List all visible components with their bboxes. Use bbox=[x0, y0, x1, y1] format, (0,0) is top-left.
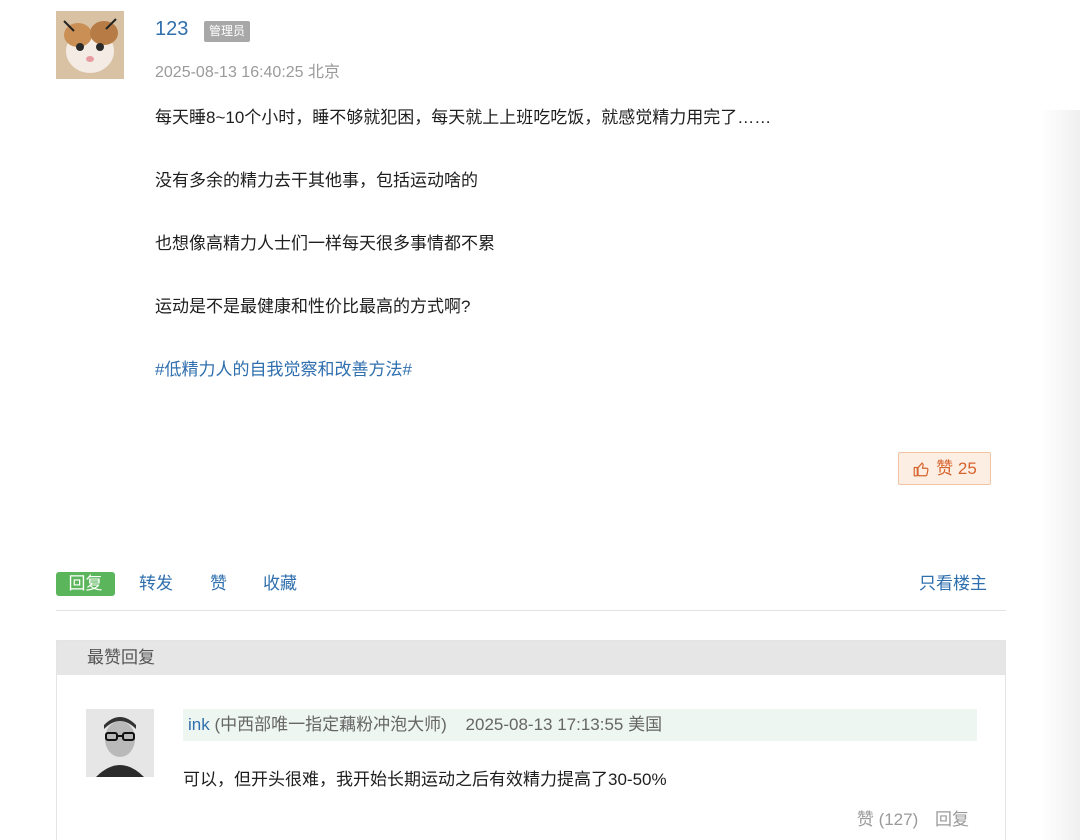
post-author-name[interactable]: 123 bbox=[155, 18, 188, 41]
favorite-button[interactable]: 收藏 bbox=[263, 572, 297, 596]
reply-timestamp-location: 2025-08-13 17:13:55 美国 bbox=[465, 715, 663, 734]
post-like-button[interactable]: 赞 25 bbox=[898, 452, 991, 485]
post-author-avatar[interactable] bbox=[56, 11, 124, 79]
reply-author-title: (中西部唯一指定藕粉冲泡大师) bbox=[214, 715, 447, 734]
post-paragraph: 每天睡8~10个小时，睡不够就犯困，每天就上上班吃吃饭，就感觉精力用完了…… bbox=[155, 108, 772, 127]
section-divider bbox=[56, 610, 1006, 611]
reply-button[interactable]: 回复 bbox=[56, 572, 115, 596]
reply-author-avatar[interactable] bbox=[86, 709, 154, 777]
post-hashtag-link[interactable]: #低精力人的自我觉察和改善方法# bbox=[155, 359, 1035, 381]
reply-author-name[interactable]: ink bbox=[188, 715, 210, 734]
page-edge-shadow bbox=[1040, 110, 1080, 840]
like-action-button[interactable]: 赞 bbox=[210, 572, 227, 596]
best-replies-header: 最赞回复 bbox=[57, 641, 1005, 675]
reply-actions: 赞 (127) 回复 bbox=[845, 805, 969, 830]
post-body: 每天睡8~10个小时，睡不够就犯困，每天就上上班吃吃饭，就感觉精力用完了…… 没… bbox=[155, 107, 1035, 422]
post-action-bar: 回复 转发 赞 收藏 只看楼主 bbox=[56, 572, 1006, 596]
post-paragraph: 运动是不是最健康和性价比最高的方式啊? bbox=[155, 297, 471, 316]
reply-content: 可以，但开头很难，我开始长期运动之后有效精力提高了30-50% bbox=[183, 770, 667, 789]
reply-reply-button[interactable]: 回复 bbox=[935, 810, 969, 829]
admin-badge: 管理员 bbox=[204, 21, 251, 42]
op-only-button[interactable]: 只看楼主 bbox=[919, 572, 987, 596]
post-paragraph: 没有多余的精力去干其他事，包括运动啥的 bbox=[155, 171, 478, 190]
best-replies-panel: 最赞回复 ink (中西部唯一指定藕粉冲泡大师) 2025-08-13 17:1… bbox=[56, 640, 1006, 840]
thumbs-up-icon bbox=[913, 461, 929, 476]
reply-like-button[interactable]: 赞 (127) bbox=[857, 810, 918, 829]
post-like-label: 赞 25 bbox=[936, 459, 977, 478]
post-paragraph: 也想像高精力人士们一样每天很多事情都不累 bbox=[155, 234, 495, 253]
reply-meta-bar: ink (中西部唯一指定藕粉冲泡大师) 2025-08-13 17:13:55 … bbox=[183, 709, 977, 741]
repost-button[interactable]: 转发 bbox=[139, 572, 173, 596]
post-timestamp-location: 2025-08-13 16:40:25 北京 bbox=[155, 64, 341, 81]
